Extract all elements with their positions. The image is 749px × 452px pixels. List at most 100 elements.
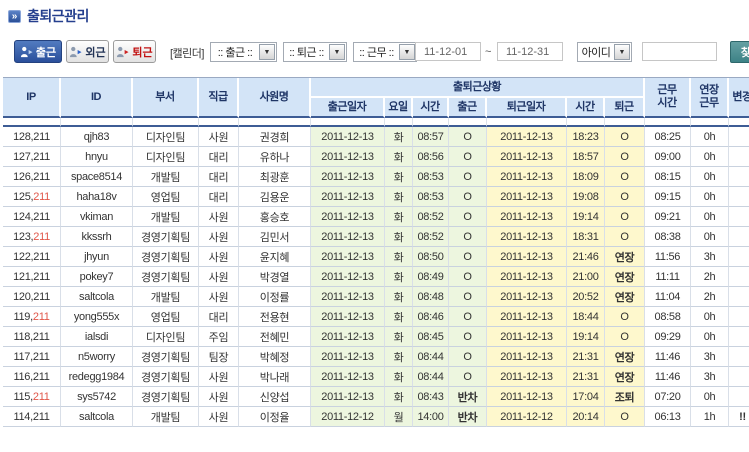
- cell-day: 화: [385, 147, 413, 167]
- cell-out-mark: O: [605, 147, 645, 167]
- cell-day: 화: [385, 287, 413, 307]
- cell-id: qjh83: [61, 127, 133, 147]
- chevron-down-icon[interactable]: ▼: [259, 44, 275, 60]
- cell-ip: 114,211: [3, 407, 61, 427]
- cell-out-time: 21:31: [567, 347, 605, 367]
- cell-name: 박경열: [239, 267, 311, 287]
- cell-rank: 사원: [199, 287, 239, 307]
- table-row: 117,211 n5worry 경영기획팀 팀장 박혜정 2011-12-13 …: [3, 347, 749, 367]
- cell-name: 박나래: [239, 367, 311, 387]
- cell-day: 화: [385, 187, 413, 207]
- page-title: 출퇴근관리: [27, 6, 89, 26]
- cell-day: 화: [385, 267, 413, 287]
- cell-in-mark: 반차: [449, 407, 487, 427]
- cell-day: 화: [385, 307, 413, 327]
- cell-day: 화: [385, 327, 413, 347]
- cell-overtime: 0h: [691, 127, 729, 147]
- cell-rank: 팀장: [199, 347, 239, 367]
- cell-ip: 118,211: [3, 327, 61, 347]
- cell-out-date: 2011-12-13: [487, 187, 567, 207]
- cell-rank: 사원: [199, 387, 239, 407]
- chevron-down-icon[interactable]: ▼: [614, 44, 630, 60]
- cell-ip: 127,211: [3, 147, 61, 167]
- cell-day: 화: [385, 207, 413, 227]
- cell-day: 월: [385, 407, 413, 427]
- cell-dept: 디자인팀: [133, 127, 199, 147]
- cell-change: [729, 247, 749, 267]
- cell-in-mark: O: [449, 207, 487, 227]
- cell-rank: 대리: [199, 187, 239, 207]
- cell-out-date: 2011-12-13: [487, 387, 567, 407]
- search-field-select[interactable]: 아이디 ▼: [577, 42, 632, 62]
- cell-id: kkssrh: [61, 227, 133, 247]
- ip-prefix: 120,: [13, 291, 33, 303]
- work-filter-select[interactable]: :: 근무 :: ▼: [353, 42, 417, 62]
- leave-filter-value: :: 퇴근 ::: [284, 44, 329, 60]
- leave-button[interactable]: 퇴근: [113, 40, 156, 63]
- cell-dept: 경영기획팀: [133, 247, 199, 267]
- cell-out-mark: O: [605, 207, 645, 227]
- cell-in-time: 08:48: [413, 287, 449, 307]
- cell-rank: 사원: [199, 367, 239, 387]
- cell-out-time: 18:09: [567, 167, 605, 187]
- cell-day: 화: [385, 247, 413, 267]
- cell-work-time: 11:56: [645, 247, 691, 267]
- cell-ip: 119,211: [3, 307, 61, 327]
- cell-work-time: 08:25: [645, 127, 691, 147]
- cell-in-date: 2011-12-13: [311, 207, 385, 227]
- header-out-mark: 퇴근: [605, 98, 645, 118]
- cell-out-mark: 연장: [605, 267, 645, 287]
- cell-in-time: 08:45: [413, 327, 449, 347]
- cell-change: [729, 287, 749, 307]
- cell-name: 전혜민: [239, 327, 311, 347]
- attend-filter-value: :: 출근 ::: [211, 44, 259, 60]
- ip-prefix: 122,: [13, 251, 33, 263]
- ip-suffix: 211: [33, 411, 50, 423]
- cell-out-mark: O: [605, 327, 645, 347]
- cell-out-mark: O: [605, 187, 645, 207]
- cell-out-time: 21:00: [567, 267, 605, 287]
- cell-dept: 영업팀: [133, 187, 199, 207]
- cell-in-mark: O: [449, 227, 487, 247]
- date-to-input[interactable]: [497, 42, 563, 61]
- cell-rank: 대리: [199, 147, 239, 167]
- cell-work-time: 08:15: [645, 167, 691, 187]
- header-ip: IP: [3, 78, 61, 118]
- date-from-input[interactable]: [415, 42, 481, 61]
- table-row: 114,211 saltcola 개발팀 사원 이정율 2011-12-12 월…: [3, 407, 749, 427]
- cell-in-date: 2011-12-13: [311, 287, 385, 307]
- attend-filter-select[interactable]: :: 출근 :: ▼: [210, 42, 277, 62]
- leave-filter-select[interactable]: :: 퇴근 :: ▼: [283, 42, 347, 62]
- cell-rank: 사원: [199, 247, 239, 267]
- search-button[interactable]: 찾기: [730, 41, 749, 63]
- table-row: 124,211 vkiman 개발팀 사원 홍승호 2011-12-13 화 0…: [3, 207, 749, 227]
- cell-dept: 개발팀: [133, 407, 199, 427]
- cell-out-mark: 연장: [605, 347, 645, 367]
- cell-id: saltcola: [61, 287, 133, 307]
- cell-change: [729, 387, 749, 407]
- table-row: 122,211 jhyun 경영기획팀 사원 윤지혜 2011-12-13 화 …: [3, 247, 749, 267]
- cell-overtime: 0h: [691, 227, 729, 247]
- table-row: 123,211 kkssrh 경영기획팀 사원 김민서 2011-12-13 화…: [3, 227, 749, 247]
- cell-name: 박혜정: [239, 347, 311, 367]
- cell-in-date: 2011-12-12: [311, 407, 385, 427]
- cell-in-date: 2011-12-13: [311, 127, 385, 147]
- ip-prefix: 124,: [13, 211, 33, 223]
- keyword-input[interactable]: [642, 42, 717, 61]
- table-row: 118,211 ialsdi 디자인팀 주임 전혜민 2011-12-13 화 …: [3, 327, 749, 347]
- cell-day: 화: [385, 367, 413, 387]
- chevron-down-icon[interactable]: ▼: [329, 44, 345, 60]
- cell-out-date: 2011-12-13: [487, 247, 567, 267]
- cell-work-time: 11:46: [645, 367, 691, 387]
- header-status-group: 출퇴근상황: [311, 78, 645, 98]
- cell-in-mark: O: [449, 147, 487, 167]
- attend-button[interactable]: 출근: [14, 40, 62, 63]
- table-row: 119,211 yong555x 영업팀 대리 전용현 2011-12-13 화…: [3, 307, 749, 327]
- field-work-button[interactable]: 외근: [66, 40, 109, 63]
- chevron-down-icon[interactable]: ▼: [399, 44, 415, 60]
- cell-in-time: 14:00: [413, 407, 449, 427]
- cell-rank: 사원: [199, 207, 239, 227]
- cell-out-time: 18:23: [567, 127, 605, 147]
- cell-work-time: 06:13: [645, 407, 691, 427]
- ip-prefix: 117,: [13, 351, 32, 363]
